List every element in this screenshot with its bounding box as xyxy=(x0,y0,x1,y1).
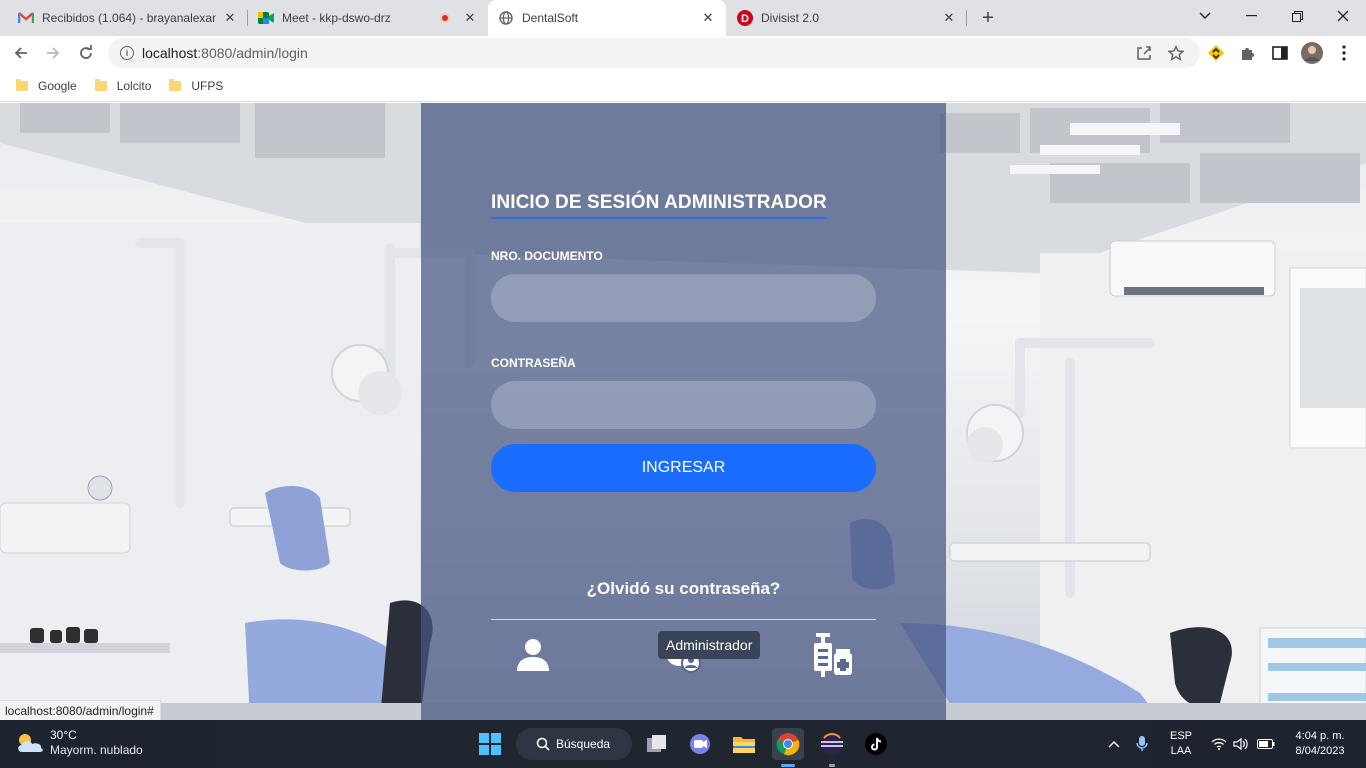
close-tab-icon[interactable]: ✕ xyxy=(941,10,957,26)
extension-vpn-icon[interactable] xyxy=(1205,42,1227,64)
volume-icon[interactable] xyxy=(1230,728,1252,760)
url-text: localhost:8080/admin/login xyxy=(142,45,308,61)
weather-condition: Mayorm. nublado xyxy=(50,743,143,757)
profile-avatar[interactable] xyxy=(1301,42,1323,64)
tab-title: Meet - kkp-dswo-drz xyxy=(282,11,391,25)
menu-kebab-icon[interactable] xyxy=(1333,42,1355,64)
page-viewport: INICIO DE SESIÓN ADMINISTRADOR NRO. DOCU… xyxy=(0,103,1366,720)
password-label: CONTRASEÑA xyxy=(491,356,576,370)
restore-icon[interactable] xyxy=(1274,0,1320,32)
weather-cloud-icon xyxy=(18,734,43,752)
windows-taskbar: 30°C Mayorm. nublado Búsqueda ESP LAA 4:… xyxy=(0,720,1366,768)
folder-icon xyxy=(16,78,28,91)
back-icon[interactable] xyxy=(8,40,34,66)
close-tab-icon[interactable]: ✕ xyxy=(462,10,478,26)
bookmarks-bar: Google Lolcito UFPS xyxy=(0,70,1366,102)
task-view-icon[interactable] xyxy=(641,728,673,760)
folder-icon xyxy=(169,78,182,91)
browser-toolbar: i localhost:8080/admin/login xyxy=(0,36,1366,70)
browser-tab-strip: Recibidos (1.064) - brayanalexanc ✕ Meet… xyxy=(0,0,1366,36)
login-button[interactable]: INGRESAR xyxy=(491,444,876,492)
forward-icon[interactable] xyxy=(40,40,66,66)
share-icon[interactable] xyxy=(1133,42,1155,64)
minimize-icon[interactable] xyxy=(1228,0,1274,32)
medical-supplies-icon[interactable] xyxy=(809,633,853,677)
bookmark-star-icon[interactable] xyxy=(1165,42,1187,64)
clock[interactable]: 4:04 p. m. 8/04/2023 xyxy=(1284,729,1356,759)
tray-chevron-up-icon[interactable] xyxy=(1099,728,1129,760)
bookmark-ufps[interactable]: UFPS xyxy=(169,78,223,93)
reload-icon[interactable] xyxy=(73,40,99,66)
tab-title: Divisist 2.0 xyxy=(761,11,820,25)
keyboard-language[interactable]: ESP LAA xyxy=(1164,729,1198,759)
bookmark-google[interactable]: Google xyxy=(16,78,77,93)
document-label: NRO. DOCUMENTO xyxy=(491,249,603,263)
meet-icon xyxy=(258,10,274,26)
file-explorer-icon[interactable] xyxy=(728,728,760,760)
tab-divisist[interactable]: D Divisist 2.0 ✕ xyxy=(727,0,967,36)
tab-title: DentalSoft xyxy=(522,11,579,25)
search-icon xyxy=(536,737,550,751)
document-input[interactable] xyxy=(491,274,876,322)
chrome-icon[interactable] xyxy=(772,728,804,760)
close-window-icon[interactable] xyxy=(1320,0,1366,32)
tab-separator xyxy=(966,10,967,26)
side-panel-icon[interactable] xyxy=(1269,42,1291,64)
svg-text:D: D xyxy=(741,13,749,25)
tab-meet[interactable]: Meet - kkp-dswo-drz ✕ xyxy=(248,0,488,36)
gmail-icon xyxy=(18,10,34,26)
admin-login-panel: INICIO DE SESIÓN ADMINISTRADOR NRO. DOCU… xyxy=(421,103,946,720)
folder-icon xyxy=(94,78,107,91)
windows-start-icon[interactable] xyxy=(474,728,506,760)
close-tab-icon[interactable]: ✕ xyxy=(700,10,716,26)
tab-dentalsoft[interactable]: DentalSoft ✕ xyxy=(488,0,726,36)
role-tooltip: Administrador xyxy=(658,631,761,659)
chrome-active-indicator xyxy=(781,764,795,767)
bookmark-lolcito[interactable]: Lolcito xyxy=(94,78,151,93)
globe-icon xyxy=(498,10,514,26)
eclipse-running-indicator xyxy=(829,764,835,767)
weather-temperature: 30°C xyxy=(50,728,77,742)
tab-gmail[interactable]: Recibidos (1.064) - brayanalexanc ✕ xyxy=(8,0,248,36)
recording-icon xyxy=(440,13,450,23)
close-tab-icon[interactable]: ✕ xyxy=(222,10,238,26)
eclipse-icon[interactable] xyxy=(816,728,848,760)
divisist-icon: D xyxy=(737,10,753,26)
extensions-puzzle-icon[interactable] xyxy=(1237,42,1259,64)
patient-icon[interactable] xyxy=(511,633,555,677)
address-bar[interactable]: i localhost:8080/admin/login xyxy=(108,38,1200,68)
teams-chat-icon[interactable] xyxy=(684,728,716,760)
site-info-icon[interactable]: i xyxy=(120,46,134,60)
password-input[interactable] xyxy=(491,381,876,429)
microphone-icon[interactable] xyxy=(1129,728,1155,760)
divider xyxy=(491,619,876,620)
forgot-password-link[interactable]: ¿Olvidó su contraseña? xyxy=(421,579,946,599)
login-title: INICIO DE SESIÓN ADMINISTRADOR xyxy=(491,192,827,219)
tiktok-icon[interactable] xyxy=(860,728,892,760)
new-tab-icon[interactable]: + xyxy=(976,6,1000,30)
taskbar-search[interactable]: Búsqueda xyxy=(516,728,632,760)
battery-icon[interactable] xyxy=(1254,728,1278,760)
wifi-icon[interactable] xyxy=(1208,728,1230,760)
tab-title: Recibidos (1.064) - brayanalexanc xyxy=(42,11,216,25)
weather-widget[interactable]: 30°C Mayorm. nublado xyxy=(16,728,143,758)
tab-search-icon[interactable] xyxy=(1182,0,1228,32)
status-bar-url: localhost:8080/admin/login# xyxy=(0,700,161,720)
